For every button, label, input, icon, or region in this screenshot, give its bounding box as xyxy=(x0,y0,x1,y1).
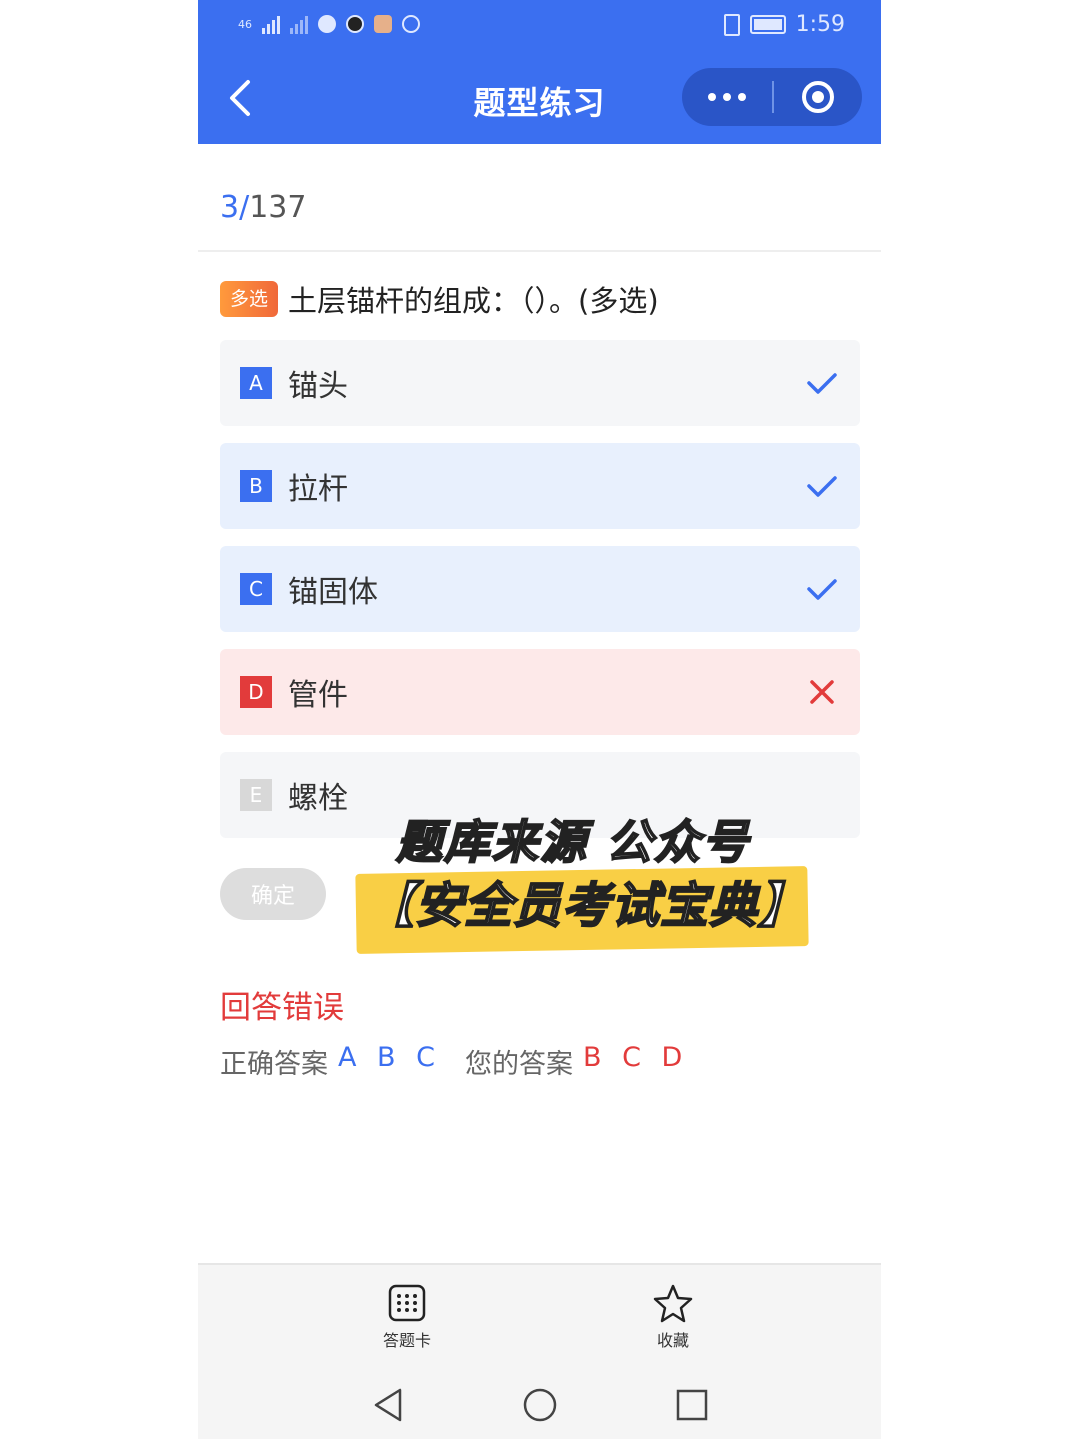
progress-indicator: 3/137 xyxy=(220,190,306,225)
progress-bar: 3/137 xyxy=(198,164,881,252)
cross-icon xyxy=(810,680,834,704)
option-text: 螺栓 xyxy=(288,781,348,816)
answer-summary: 正确答案 A B C 您的答案 B C D xyxy=(220,1042,688,1081)
phone-screen: 46 1:59 题型练习 3/137 多选 土层锚杆的组成：（）。(多选) A … xyxy=(198,0,881,1439)
option-text: 拉杆 xyxy=(288,472,348,507)
option-text: 管件 xyxy=(288,678,348,713)
correct-answer-value: A B C xyxy=(338,1042,442,1073)
tab-label: 答题卡 xyxy=(382,1331,431,1350)
more-button[interactable] xyxy=(682,68,772,126)
question: 多选 土层锚杆的组成：（）。(多选) xyxy=(220,278,860,320)
option-letter: C xyxy=(240,573,272,605)
signal-icon xyxy=(262,14,280,34)
question-text: 土层锚杆的组成：（）。(多选) xyxy=(288,284,659,318)
mini-program-capsule xyxy=(682,68,862,126)
grid-card-icon xyxy=(388,1284,426,1322)
option-b[interactable]: B 拉杆 xyxy=(220,443,860,529)
option-letter: D xyxy=(240,676,272,708)
question-type-badge: 多选 xyxy=(220,281,279,317)
star-icon xyxy=(653,1284,693,1323)
option-text: 锚头 xyxy=(288,369,348,404)
app-icon xyxy=(374,15,392,33)
close-target-button[interactable] xyxy=(774,68,862,126)
options-list: A 锚头 B 拉杆 C 锚固体 D 管件 E 螺栓 xyxy=(220,340,860,855)
app-header: 46 1:59 题型练习 xyxy=(198,0,881,144)
tab-favorite[interactable]: 收藏 xyxy=(613,1283,733,1351)
watermark-line2: 【安全员考试宝典】 xyxy=(365,877,808,935)
status-bar: 46 1:59 xyxy=(198,0,881,52)
option-d[interactable]: D 管件 xyxy=(220,649,860,735)
tab-answer-card[interactable]: 答题卡 xyxy=(347,1283,467,1351)
watermark-line1: 题库来源 公众号 xyxy=(395,814,751,870)
check-icon xyxy=(807,476,837,497)
network-type: 46 xyxy=(238,17,252,31)
target-icon xyxy=(802,81,834,113)
check-icon xyxy=(807,373,837,394)
option-c[interactable]: C 锚固体 xyxy=(220,546,860,632)
battery-icon xyxy=(749,15,786,34)
progress-separator: / xyxy=(239,190,250,225)
system-home-icon[interactable] xyxy=(520,1385,560,1425)
option-letter: B xyxy=(240,470,272,502)
progress-total: 137 xyxy=(249,190,307,225)
your-answer-label: 您的答案 xyxy=(465,1049,574,1080)
progress-current: 3 xyxy=(220,190,240,225)
your-answer-value: B C D xyxy=(583,1042,689,1073)
status-icons-left: 46 xyxy=(238,14,420,34)
vibrate-icon xyxy=(723,13,740,36)
nav-bar: 题型练习 xyxy=(198,52,881,144)
tab-label: 收藏 xyxy=(656,1331,689,1350)
wechat-icon xyxy=(318,15,336,33)
confirm-button[interactable]: 确定 xyxy=(220,868,326,920)
option-a[interactable]: A 锚头 xyxy=(220,340,860,426)
option-text: 锚固体 xyxy=(288,575,378,610)
option-letter: A xyxy=(240,367,272,399)
check-icon xyxy=(807,579,837,600)
status-time: 1:59 xyxy=(795,12,845,37)
chat-icon xyxy=(402,15,420,33)
option-letter: E xyxy=(240,779,272,811)
status-icons-right: 1:59 xyxy=(723,12,845,37)
result-title: 回答错误 xyxy=(220,990,344,1026)
tiktok-icon xyxy=(346,15,364,33)
system-back-icon[interactable] xyxy=(370,1385,410,1425)
system-navigation xyxy=(198,1375,881,1431)
correct-answer-label: 正确答案 xyxy=(220,1049,328,1080)
signal-2-icon xyxy=(290,14,308,34)
system-recents-icon[interactable] xyxy=(672,1385,712,1425)
